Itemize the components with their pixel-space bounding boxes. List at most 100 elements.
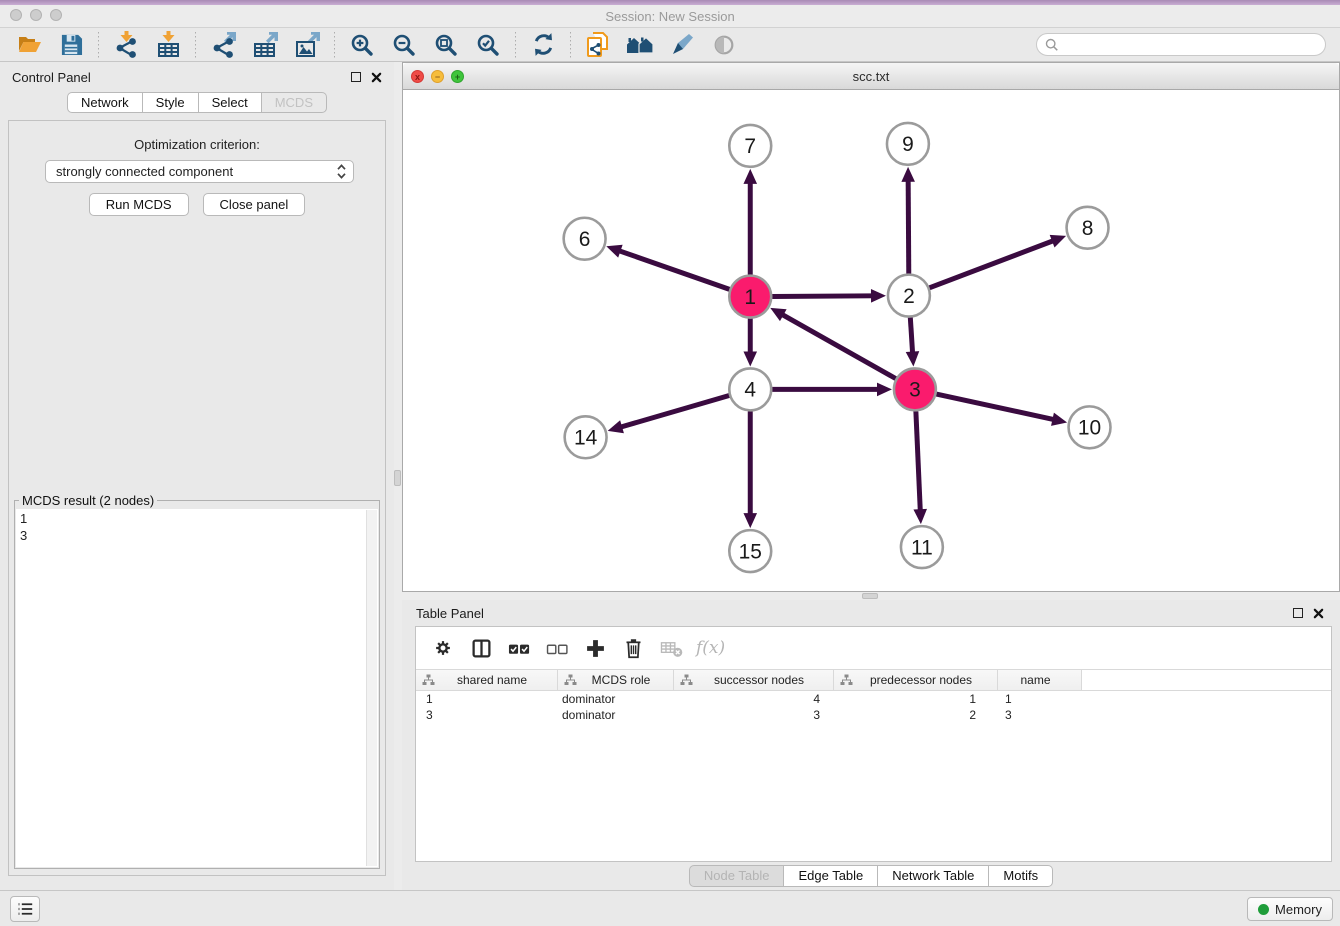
- import-table-icon[interactable]: [153, 31, 183, 59]
- graph-edge-1-2[interactable]: [772, 296, 873, 297]
- graph-node-label: 9: [902, 133, 914, 156]
- criterion-select[interactable]: strongly connected component: [45, 160, 354, 183]
- clone-network-icon[interactable]: [583, 31, 613, 59]
- graph-edge-arrowhead: [743, 513, 757, 528]
- optimization-criterion-label: Optimization criterion:: [9, 137, 385, 152]
- main-toolbar: [0, 28, 1340, 62]
- graph-node-label: 10: [1078, 417, 1101, 440]
- close-panel-button[interactable]: Close panel: [203, 193, 306, 216]
- show-hide-icon[interactable]: [709, 31, 739, 59]
- control-panel-float-icon[interactable]: [351, 72, 361, 82]
- graph-edge-2-3[interactable]: [910, 318, 912, 354]
- network-view-window: x − + scc.txt 1234678910111415: [402, 62, 1340, 592]
- divider-grip[interactable]: [394, 470, 401, 486]
- cell-name[interactable]: 1: [998, 692, 1082, 706]
- tab-network-table[interactable]: Network Table: [878, 865, 989, 887]
- cell-predecessor-nodes[interactable]: 1: [834, 692, 998, 706]
- graph-node-label: 6: [579, 228, 591, 251]
- column-header-successor-nodes[interactable]: successor nodes: [674, 670, 834, 690]
- toolbar-separator: [334, 32, 335, 58]
- refresh-view-icon[interactable]: [528, 31, 558, 59]
- zoom-out-icon[interactable]: [389, 31, 419, 59]
- graph-edge-arrowhead: [871, 289, 886, 303]
- cell-successor-nodes[interactable]: 3: [674, 708, 834, 722]
- list-icon: [16, 901, 34, 917]
- column-header-predecessor-nodes[interactable]: predecessor nodes: [834, 670, 998, 690]
- graph-node-label: 2: [903, 285, 915, 308]
- home-icon[interactable]: [625, 31, 655, 59]
- graph-node-label: 14: [574, 427, 598, 450]
- export-image-icon[interactable]: [292, 31, 322, 59]
- cell-shared-name[interactable]: 1: [416, 692, 558, 706]
- memory-label: Memory: [1275, 902, 1322, 917]
- network-graph: 1234678910111415: [403, 90, 1339, 591]
- style-brush-icon[interactable]: [667, 31, 697, 59]
- result-scrollbar[interactable]: [366, 510, 377, 866]
- table-panel-close-icon[interactable]: [1313, 608, 1324, 619]
- settings-gear-icon[interactable]: [428, 633, 458, 663]
- run-mcds-button[interactable]: Run MCDS: [89, 193, 189, 216]
- cell-mcds-role[interactable]: dominator: [558, 708, 674, 722]
- tab-motifs[interactable]: Motifs: [989, 865, 1053, 887]
- function-builder-icon: f(x): [696, 638, 725, 658]
- tab-edge-table[interactable]: Edge Table: [784, 865, 878, 887]
- export-table-icon[interactable]: [250, 31, 280, 59]
- graph-edge-2-8[interactable]: [929, 240, 1054, 287]
- graph-edge-arrowhead: [913, 509, 927, 524]
- add-row-icon[interactable]: [580, 633, 610, 663]
- cell-mcds-role[interactable]: dominator: [558, 692, 674, 706]
- tab-style[interactable]: Style: [143, 92, 199, 113]
- show-columns-icon[interactable]: [466, 633, 496, 663]
- memory-button[interactable]: Memory: [1247, 897, 1333, 921]
- zoom-in-icon[interactable]: [347, 31, 377, 59]
- column-header-mcds-role[interactable]: MCDS role: [558, 670, 674, 690]
- graph-node-label: 1: [744, 286, 756, 309]
- graph-edge-arrowhead: [743, 351, 757, 366]
- toolbar-separator: [515, 32, 516, 58]
- control-panel-close-icon[interactable]: [371, 72, 382, 83]
- network-window-titlebar[interactable]: x − + scc.txt: [403, 63, 1339, 90]
- cell-name[interactable]: 3: [998, 708, 1082, 722]
- graph-edge-arrowhead: [877, 383, 892, 397]
- graph-edge-1-6[interactable]: [619, 251, 730, 290]
- tab-select[interactable]: Select: [199, 92, 262, 113]
- zoom-fit-icon[interactable]: [431, 31, 461, 59]
- open-session-icon[interactable]: [14, 31, 44, 59]
- graph-edge-arrowhead: [608, 420, 624, 433]
- graph-edge-4-14[interactable]: [620, 396, 729, 428]
- delete-table-icon: [656, 633, 686, 663]
- mcds-panel: Optimization criterion: strongly connect…: [8, 120, 386, 876]
- tab-node-table[interactable]: Node Table: [689, 865, 785, 887]
- task-history-button[interactable]: [10, 896, 40, 922]
- zoom-selected-icon[interactable]: [473, 31, 503, 59]
- vertical-split-divider[interactable]: [394, 62, 402, 890]
- cell-shared-name[interactable]: 3: [416, 708, 558, 722]
- horizontal-split-divider[interactable]: [402, 592, 1340, 600]
- divider-grip[interactable]: [862, 593, 878, 599]
- column-header-shared-name[interactable]: shared name: [416, 670, 558, 690]
- tab-mcds[interactable]: MCDS: [262, 92, 327, 113]
- save-session-icon[interactable]: [56, 31, 86, 59]
- graph-edge-2-9[interactable]: [908, 180, 909, 274]
- delete-row-icon[interactable]: [618, 633, 648, 663]
- hierarchy-icon: [840, 674, 853, 686]
- control-panel: Control Panel Network Style Select MCDS …: [0, 62, 394, 890]
- clear-all-checks-icon[interactable]: [542, 633, 572, 663]
- import-network-icon[interactable]: [111, 31, 141, 59]
- cell-predecessor-nodes[interactable]: 2: [834, 708, 998, 722]
- search-box[interactable]: [1036, 33, 1326, 56]
- table-panel-float-icon[interactable]: [1293, 608, 1303, 618]
- graph-edge-3-11[interactable]: [916, 411, 920, 511]
- network-canvas[interactable]: 1234678910111415: [403, 90, 1339, 591]
- search-input[interactable]: [1064, 38, 1317, 52]
- cell-successor-nodes[interactable]: 4: [674, 692, 834, 706]
- column-header-name[interactable]: name: [998, 670, 1082, 690]
- graph-edge-3-10[interactable]: [936, 394, 1054, 420]
- export-network-icon[interactable]: [208, 31, 238, 59]
- select-all-checks-icon[interactable]: [504, 633, 534, 663]
- titlebar-accent: [0, 0, 1340, 5]
- graph-edge-arrowhead: [906, 351, 920, 366]
- graph-edge-3-1[interactable]: [782, 314, 896, 378]
- tab-network[interactable]: Network: [67, 92, 143, 113]
- mcds-result-text[interactable]: 1 3: [16, 509, 378, 867]
